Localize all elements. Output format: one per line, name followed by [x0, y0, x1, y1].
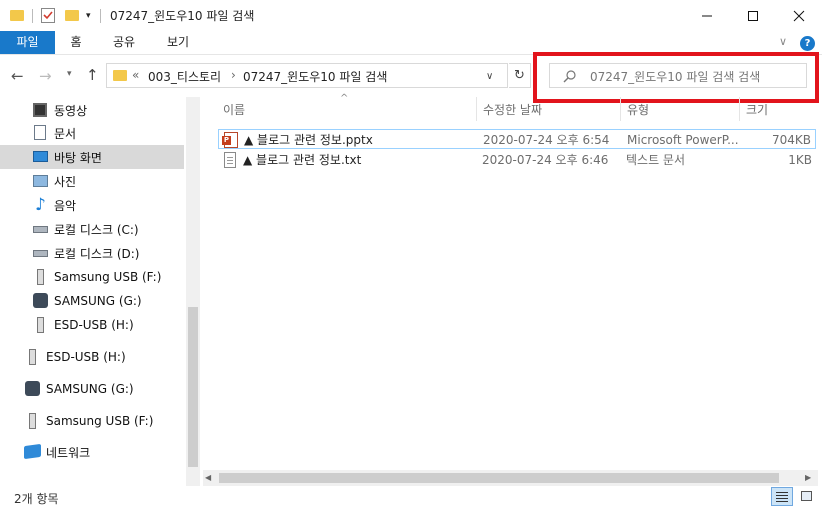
- close-button[interactable]: [776, 0, 822, 31]
- disc-drive-icon: [25, 381, 40, 396]
- nav-item-samsung-g[interactable]: SAMSUNG (G:): [0, 289, 184, 313]
- tab-file[interactable]: 파일: [0, 31, 55, 54]
- file-name: ▲ 블로그 관련 정보.pptx: [244, 133, 373, 147]
- column-divider[interactable]: [476, 97, 477, 121]
- file-date: 2020-07-24 오후 6:54: [483, 133, 610, 147]
- horizontal-scrollbar-thumb[interactable]: [219, 473, 779, 483]
- music-icon: ♪: [35, 195, 46, 215]
- nav-item-samsung-usb[interactable]: Samsung USB (F:): [0, 265, 184, 289]
- nav-root-samsung-g[interactable]: SAMSUNG (G:): [0, 377, 184, 401]
- file-date: 2020-07-24 오후 6:46: [482, 153, 609, 167]
- nav-item-drive-d[interactable]: 로컬 디스크 (D:): [0, 241, 184, 265]
- usb-icon: [29, 413, 36, 429]
- maximize-button[interactable]: [730, 0, 776, 31]
- horizontal-scrollbar[interactable]: ◀ ▶: [203, 470, 818, 486]
- scroll-right-icon[interactable]: ▶: [805, 473, 811, 482]
- powerpoint-file-icon: P: [222, 132, 238, 148]
- network-icon: [24, 443, 41, 460]
- properties-icon[interactable]: [41, 8, 55, 23]
- column-header-date[interactable]: 수정한 날짜: [483, 100, 542, 120]
- nav-scrollbar-thumb[interactable]: [188, 307, 198, 467]
- scroll-left-icon[interactable]: ◀: [205, 473, 211, 482]
- text-file-icon: [224, 152, 236, 168]
- search-highlight-box: [533, 52, 819, 103]
- address-dropdown-icon[interactable]: ∨: [486, 71, 493, 82]
- breadcrumb-segment[interactable]: 07247_윈도우10 파일 검색: [243, 68, 387, 85]
- folder-icon: [10, 10, 24, 21]
- nav-item-desktop[interactable]: 바탕 화면: [0, 145, 184, 169]
- drive-d-icon: [33, 250, 48, 257]
- divider: [100, 9, 101, 23]
- window-title: 07247_윈도우10 파일 검색: [110, 9, 255, 23]
- minimize-button[interactable]: [684, 0, 730, 31]
- drive-c-icon: [33, 226, 48, 233]
- column-divider[interactable]: [620, 97, 621, 121]
- item-count: 2개 항목: [14, 492, 59, 506]
- table-row[interactable]: P ▲ 블로그 관련 정보.pptx 2020-07-24 오후 6:54 Mi…: [218, 129, 816, 149]
- nav-item-music[interactable]: ♪ 음악: [0, 193, 184, 217]
- status-bar: 2개 항목: [0, 486, 822, 509]
- help-icon[interactable]: ?: [800, 36, 815, 51]
- nav-item-pictures[interactable]: 사진: [0, 169, 184, 193]
- tab-share[interactable]: 공유: [106, 31, 142, 54]
- pictures-icon: [33, 175, 48, 187]
- column-divider[interactable]: [739, 97, 740, 121]
- disc-drive-icon: [33, 293, 48, 308]
- file-type: Microsoft PowerP...: [627, 133, 739, 147]
- title-bar: ▾ 07247_윈도우10 파일 검색: [0, 0, 822, 31]
- column-header-name[interactable]: 이름: [223, 100, 245, 120]
- video-icon: [33, 103, 47, 117]
- usb-icon: [29, 349, 36, 365]
- nav-item-documents[interactable]: 문서: [0, 121, 184, 145]
- file-name: ▲ 블로그 관련 정보.txt: [243, 153, 362, 167]
- breadcrumb-chevron-icon[interactable]: ›: [231, 68, 236, 82]
- up-arrow-icon[interactable]: ↑: [86, 66, 99, 84]
- document-icon: [34, 125, 46, 140]
- refresh-button[interactable]: ↻: [509, 63, 531, 88]
- nav-root-samsung-usb[interactable]: Samsung USB (F:): [0, 409, 184, 433]
- address-bar[interactable]: « 003_티스토리 › 07247_윈도우10 파일 검색 ∨: [106, 63, 508, 88]
- tab-home[interactable]: 홈: [62, 31, 90, 54]
- sort-ascending-icon: ^: [340, 93, 349, 104]
- breadcrumb-segment[interactable]: 003_티스토리: [148, 68, 221, 85]
- large-icons-view-icon[interactable]: [797, 487, 817, 506]
- nav-scrollbar[interactable]: [186, 97, 200, 486]
- quick-access-dropdown-icon[interactable]: ▾: [86, 11, 91, 21]
- file-size: 704KB: [771, 133, 811, 147]
- folder-icon: [113, 70, 127, 81]
- file-type: 텍스트 문서: [626, 153, 686, 167]
- new-folder-icon[interactable]: [65, 10, 79, 21]
- nav-root-esd-usb[interactable]: ESD-USB (H:): [0, 345, 184, 369]
- recent-locations-icon[interactable]: ▾: [67, 69, 72, 79]
- nav-item-esd-usb[interactable]: ESD-USB (H:): [0, 313, 184, 337]
- column-header-type[interactable]: 유형: [627, 100, 649, 120]
- navigation-pane: 동영상 문서 바탕 화면 사진 ♪ 음악 로컬 디스크 (C:) 로컬 디스크 …: [0, 97, 186, 486]
- back-arrow-icon[interactable]: ←: [11, 67, 24, 85]
- breadcrumb-overflow[interactable]: «: [132, 68, 139, 82]
- nav-root-network[interactable]: 네트워크: [0, 440, 184, 464]
- column-header-size[interactable]: 크기: [746, 100, 768, 120]
- details-view-icon[interactable]: [771, 487, 793, 506]
- tab-view[interactable]: 보기: [160, 31, 196, 54]
- table-row[interactable]: ▲ 블로그 관련 정보.txt 2020-07-24 오후 6:46 텍스트 문…: [218, 150, 816, 170]
- forward-arrow-icon[interactable]: →: [39, 67, 52, 85]
- usb-icon: [37, 269, 44, 285]
- usb-icon: [37, 317, 44, 333]
- desktop-icon: [33, 151, 48, 162]
- ribbon-expand-icon[interactable]: ∨: [779, 35, 787, 48]
- file-size: 1KB: [788, 153, 812, 167]
- nav-item-drive-c[interactable]: 로컬 디스크 (C:): [0, 217, 184, 241]
- nav-item-videos[interactable]: 동영상: [0, 98, 184, 122]
- divider: [32, 9, 33, 23]
